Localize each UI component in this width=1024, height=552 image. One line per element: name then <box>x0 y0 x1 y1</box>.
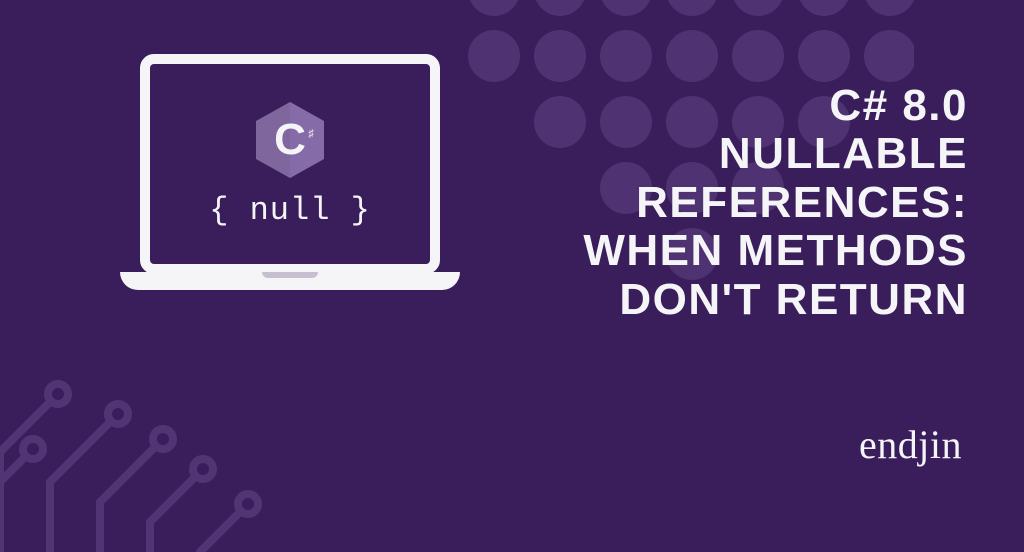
csharp-icon: C ♯ <box>254 100 326 180</box>
svg-text:♯: ♯ <box>308 128 314 140</box>
laptop-base <box>120 272 460 290</box>
article-title: C# 8.0 NULLABLE REFERENCES: WHEN METHODS… <box>508 82 968 324</box>
brand-logo-text: endjin <box>859 421 962 468</box>
laptop-illustration: C ♯ { null } <box>120 54 460 320</box>
csharp-letter: C <box>274 115 306 164</box>
title-line-1: C# 8.0 <box>508 82 968 130</box>
title-line-3: REFERENCES: <box>508 179 968 227</box>
title-line-5: DON'T RETURN <box>508 276 968 324</box>
laptop-screen: C ♯ { null } <box>140 54 440 274</box>
title-line-4: WHEN METHODS <box>508 227 968 275</box>
title-line-2: NULLABLE <box>508 130 968 178</box>
null-code-text: { null } <box>209 192 371 229</box>
